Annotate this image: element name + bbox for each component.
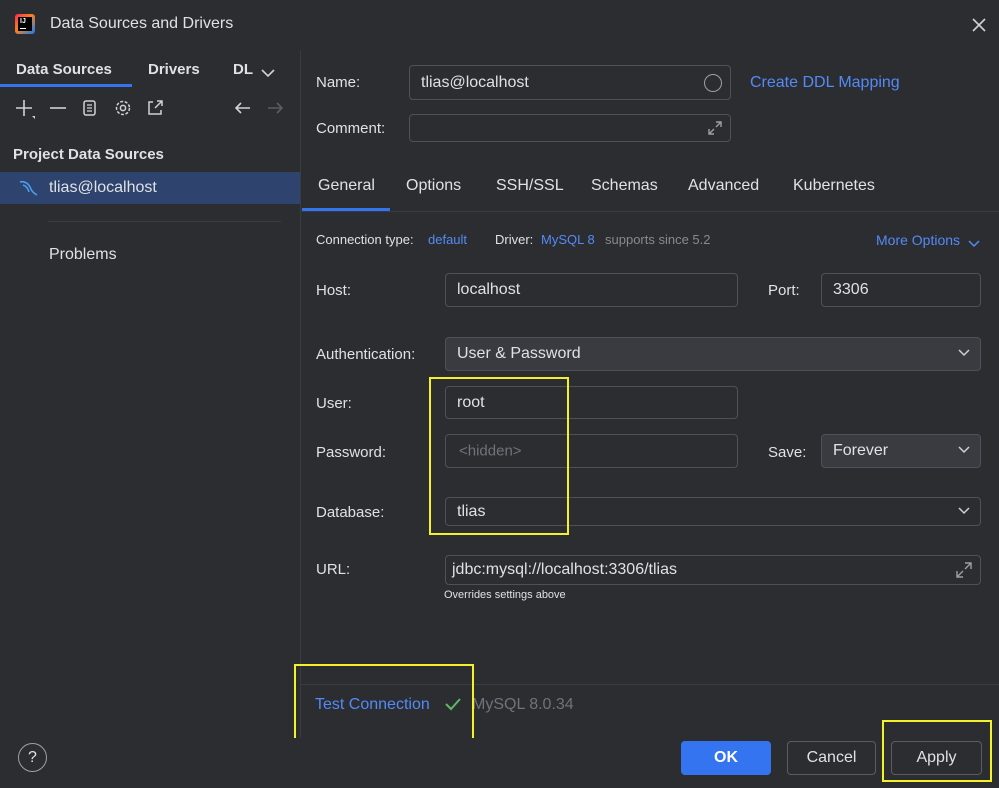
tab-underline bbox=[0, 84, 132, 87]
more-options-link[interactable]: More Options bbox=[876, 232, 960, 248]
tab-dl[interactable]: DL bbox=[233, 61, 255, 78]
chevron-down-icon[interactable] bbox=[261, 65, 275, 78]
intellij-logo-icon: IJ bbox=[15, 14, 35, 34]
highlight-box-credentials bbox=[429, 377, 569, 535]
name-field[interactable]: tlias@localhost bbox=[409, 65, 731, 100]
section-title: Project Data Sources bbox=[13, 146, 164, 163]
gear-icon[interactable] bbox=[112, 97, 134, 119]
comment-field[interactable] bbox=[409, 114, 731, 142]
password-label: Password: bbox=[316, 444, 387, 461]
name-label: Name: bbox=[316, 74, 361, 91]
chevron-down-icon bbox=[958, 506, 970, 514]
url-input[interactable]: jdbc:mysql://localhost:3306/tlias bbox=[445, 555, 981, 585]
tab-drivers[interactable]: Drivers bbox=[148, 61, 200, 78]
user-label: User: bbox=[316, 395, 352, 412]
tab-general[interactable]: General bbox=[318, 177, 375, 195]
port-label: Port: bbox=[768, 282, 800, 299]
open-external-icon[interactable] bbox=[144, 97, 166, 119]
ok-button[interactable]: OK bbox=[681, 741, 771, 775]
color-circle-icon[interactable] bbox=[704, 74, 722, 92]
highlight-box-test bbox=[294, 664, 474, 742]
url-label: URL: bbox=[316, 561, 351, 578]
url-note: Overrides settings above bbox=[444, 589, 566, 601]
help-icon[interactable]: ? bbox=[18, 743, 47, 772]
window-title: Data Sources and Drivers bbox=[50, 15, 234, 32]
authentication-label: Authentication: bbox=[316, 346, 416, 363]
port-input[interactable]: 3306 bbox=[821, 273, 981, 307]
chevron-down-icon bbox=[958, 446, 970, 454]
chevron-down-icon[interactable] bbox=[968, 235, 980, 248]
tab-schemas[interactable]: Schemas bbox=[591, 177, 658, 195]
comment-label: Comment: bbox=[316, 120, 386, 137]
driver-label: Driver: bbox=[495, 232, 534, 247]
host-label: Host: bbox=[316, 282, 352, 299]
divider bbox=[48, 221, 281, 222]
connection-type-label: Connection type: bbox=[316, 232, 414, 247]
save-select[interactable]: Forever bbox=[821, 434, 981, 468]
tree-item-label: tlias@localhost bbox=[49, 179, 157, 196]
add-icon[interactable] bbox=[13, 97, 35, 119]
forward-arrow-icon[interactable] bbox=[264, 97, 286, 119]
save-label: Save: bbox=[768, 444, 807, 461]
tab-data-sources[interactable]: Data Sources bbox=[16, 61, 112, 78]
highlight-box-apply bbox=[882, 720, 992, 782]
remove-icon[interactable] bbox=[47, 97, 69, 119]
host-input[interactable]: localhost bbox=[445, 273, 738, 307]
connection-type-link[interactable]: default bbox=[428, 232, 467, 247]
tab-advanced[interactable]: Advanced bbox=[688, 177, 759, 195]
tab-kubernetes[interactable]: Kubernetes bbox=[793, 177, 875, 195]
mysql-icon bbox=[18, 178, 40, 198]
problems-item[interactable]: Problems bbox=[49, 246, 117, 264]
tab-options[interactable]: Options bbox=[406, 177, 461, 195]
expand-icon[interactable] bbox=[706, 119, 724, 137]
tabs-divider bbox=[301, 211, 999, 212]
connection-result: MySQL 8.0.34 bbox=[472, 696, 574, 713]
chevron-down-icon bbox=[958, 349, 970, 357]
driver-note: supports since 5.2 bbox=[605, 232, 711, 247]
back-arrow-icon[interactable] bbox=[232, 97, 254, 119]
database-label: Database: bbox=[316, 504, 385, 521]
close-icon[interactable] bbox=[966, 12, 992, 38]
driver-link[interactable]: MySQL 8 bbox=[541, 232, 595, 247]
tab-ssh-ssl[interactable]: SSH/SSL bbox=[496, 177, 564, 195]
expand-icon[interactable] bbox=[954, 560, 974, 580]
authentication-select[interactable]: User & Password bbox=[445, 337, 981, 371]
create-ddl-mapping-link[interactable]: Create DDL Mapping bbox=[750, 74, 900, 92]
copy-icon[interactable] bbox=[79, 97, 101, 119]
cancel-button[interactable]: Cancel bbox=[787, 741, 876, 775]
